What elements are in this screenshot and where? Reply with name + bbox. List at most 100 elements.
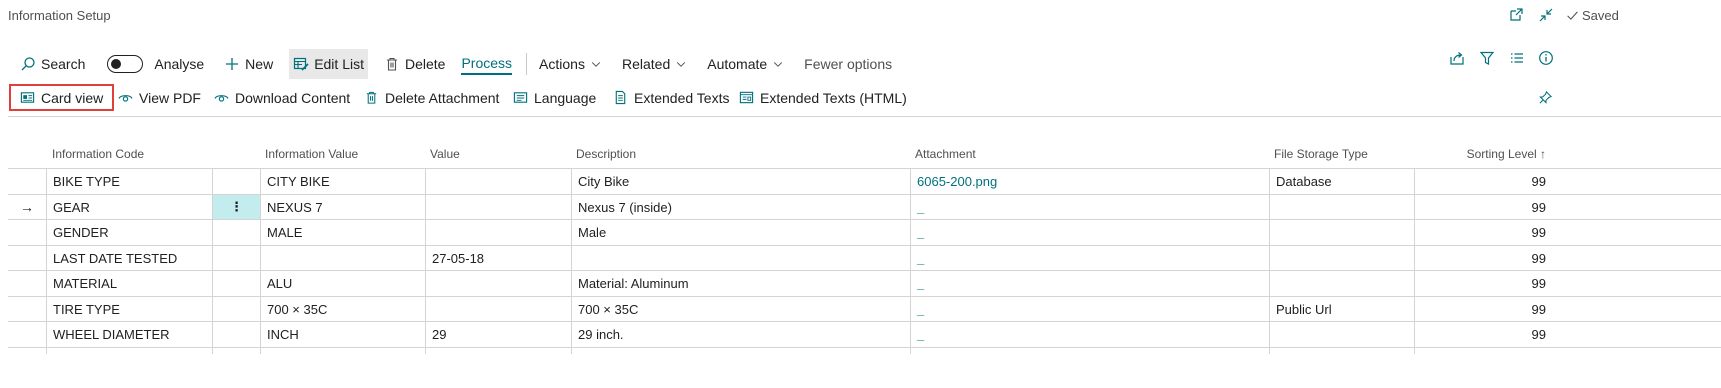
cell-value[interactable] [425, 271, 571, 296]
cell-file-storage-type[interactable] [1269, 271, 1414, 296]
cell-row-menu[interactable] [212, 271, 260, 296]
cell-file-storage-type[interactable] [1269, 322, 1414, 347]
cell-attachment[interactable]: _ [910, 322, 1269, 347]
pin-icon[interactable] [1538, 84, 1553, 111]
action-bar-right-icons [0, 50, 1721, 72]
table-row[interactable]: LAST DATE TESTED 27-05-18 _ 99 [8, 244, 1721, 271]
delete-attachment-button[interactable]: Delete Attachment [364, 84, 499, 111]
extended-texts-html-button[interactable]: Extended Texts (HTML) [739, 84, 907, 111]
cell-description[interactable]: Nexus 7 (inside) [571, 194, 910, 220]
cell-row-menu[interactable] [212, 296, 260, 322]
row-indicator [8, 169, 46, 194]
cell-sorting-level[interactable]: 99 [1414, 220, 1552, 245]
cell-information-code[interactable]: TIRE TYPE [46, 296, 212, 322]
extended-texts-button[interactable]: Extended Texts [613, 84, 729, 111]
cell-sorting-level[interactable]: 99 [1414, 296, 1552, 322]
cell-sorting-level[interactable]: 99 [1414, 169, 1552, 194]
share-icon[interactable] [1449, 50, 1465, 66]
cell-value[interactable]: 27-05-18 [425, 245, 571, 271]
saved-label: Saved [1582, 8, 1619, 23]
cell-information-code[interactable]: LAST DATE TESTED [46, 245, 212, 271]
cell-information-code[interactable]: GEAR [46, 194, 212, 220]
column-header-information-value[interactable]: Information Value [265, 141, 358, 167]
cell-information-code[interactable]: GENDER [46, 220, 212, 245]
row-indicator [8, 271, 46, 296]
list-view-icon[interactable] [1509, 50, 1525, 66]
cell-information-code[interactable]: WHEEL DIAMETER [46, 322, 212, 347]
filter-icon[interactable] [1479, 50, 1495, 66]
download-content-button[interactable]: Download Content [214, 84, 350, 111]
table-row[interactable]: MATERIAL ALU Material: Aluminum _ 99 [8, 270, 1721, 296]
cell-information-value[interactable]: 700 × 35C [260, 296, 425, 322]
column-header-attachment[interactable]: Attachment [915, 141, 976, 167]
cell-value[interactable] [425, 296, 571, 322]
open-new-window-icon[interactable] [1508, 7, 1524, 23]
cell-information-code[interactable]: BIKE TYPE [46, 169, 212, 194]
language-label: Language [534, 89, 597, 106]
column-header-file-storage-type[interactable]: File Storage Type [1274, 141, 1368, 167]
table-row[interactable]: → GEAR ⋮ NEXUS 7 Nexus 7 (inside) _ 99 [8, 193, 1721, 220]
cell-empty [212, 347, 260, 354]
cell-attachment[interactable]: _ [910, 271, 1269, 296]
cell-description[interactable] [571, 245, 910, 271]
collapse-icon[interactable] [1538, 7, 1554, 23]
cell-row-menu[interactable] [212, 169, 260, 194]
cell-attachment[interactable]: _ [910, 296, 1269, 322]
cell-description[interactable]: 700 × 35C [571, 296, 910, 322]
cell-file-storage-type[interactable]: Database [1269, 169, 1414, 194]
cell-file-storage-type[interactable] [1269, 245, 1414, 271]
info-icon[interactable] [1538, 50, 1554, 66]
cell-description[interactable]: 29 inch. [571, 322, 910, 347]
cell-description[interactable]: Material: Aluminum [571, 271, 910, 296]
column-header-value[interactable]: Value [430, 141, 460, 167]
saved-status: Saved [1566, 8, 1619, 23]
column-header-sorting-level[interactable]: Sorting Level ↑ [1413, 141, 1546, 167]
eye-icon [118, 95, 133, 102]
cell-attachment[interactable]: _ [910, 220, 1269, 245]
language-button[interactable]: Language [513, 84, 596, 111]
table-row[interactable]: TIRE TYPE 700 × 35C 700 × 35C _ Public U… [8, 295, 1721, 322]
table-row[interactable]: WHEEL DIAMETER INCH 29 29 inch. _ 99 [8, 321, 1721, 347]
cell-attachment[interactable]: _ [910, 245, 1269, 271]
cell-information-value[interactable]: ALU [260, 271, 425, 296]
cell-empty [1269, 347, 1414, 354]
table-row[interactable]: BIKE TYPE CITY BIKE City Bike 6065-200.p… [8, 168, 1721, 194]
cell-file-storage-type[interactable] [1269, 220, 1414, 245]
cell-information-code[interactable]: MATERIAL [46, 271, 212, 296]
cell-row-menu[interactable] [212, 220, 260, 245]
cell-description[interactable]: Male [571, 220, 910, 245]
cell-attachment[interactable]: _ [910, 194, 1269, 220]
cell-file-storage-type[interactable] [1269, 194, 1414, 220]
cell-empty [1414, 347, 1552, 354]
cell-information-value[interactable] [260, 245, 425, 271]
row-menu-button[interactable]: ⋮ [212, 194, 260, 220]
cell-information-value[interactable]: CITY BIKE [260, 169, 425, 194]
card-view-button[interactable]: Card view [9, 84, 115, 111]
cell-attachment[interactable]: 6065-200.png [910, 169, 1269, 194]
cell-sorting-level[interactable]: 99 [1414, 271, 1552, 296]
view-pdf-button[interactable]: View PDF [118, 84, 201, 111]
cell-row-menu[interactable] [212, 322, 260, 347]
cell-sorting-level[interactable]: 99 [1414, 194, 1552, 220]
cell-file-storage-type[interactable]: Public Url [1269, 296, 1414, 322]
cell-row-menu[interactable] [212, 245, 260, 271]
eye-icon [214, 95, 229, 102]
card-view-label: Card view [41, 89, 104, 106]
row-indicator [8, 322, 46, 347]
cell-sorting-level[interactable]: 99 [1414, 245, 1552, 271]
card-view-icon [20, 92, 35, 103]
column-header-description[interactable]: Description [576, 141, 636, 167]
cell-information-value[interactable]: MALE [260, 220, 425, 245]
cell-sorting-level[interactable]: 99 [1414, 322, 1552, 347]
cell-value[interactable] [425, 169, 571, 194]
selected-row-arrow-icon: → [20, 199, 34, 215]
row-indicator [8, 297, 46, 322]
cell-information-value[interactable]: INCH [260, 322, 425, 347]
column-header-information-code[interactable]: Information Code [52, 141, 144, 167]
cell-information-value[interactable]: NEXUS 7 [260, 194, 425, 220]
cell-value[interactable]: 29 [425, 322, 571, 347]
table-row[interactable]: GENDER MALE Male _ 99 [8, 219, 1721, 245]
cell-value[interactable] [425, 194, 571, 220]
cell-description[interactable]: City Bike [571, 169, 910, 194]
cell-value[interactable] [425, 220, 571, 245]
